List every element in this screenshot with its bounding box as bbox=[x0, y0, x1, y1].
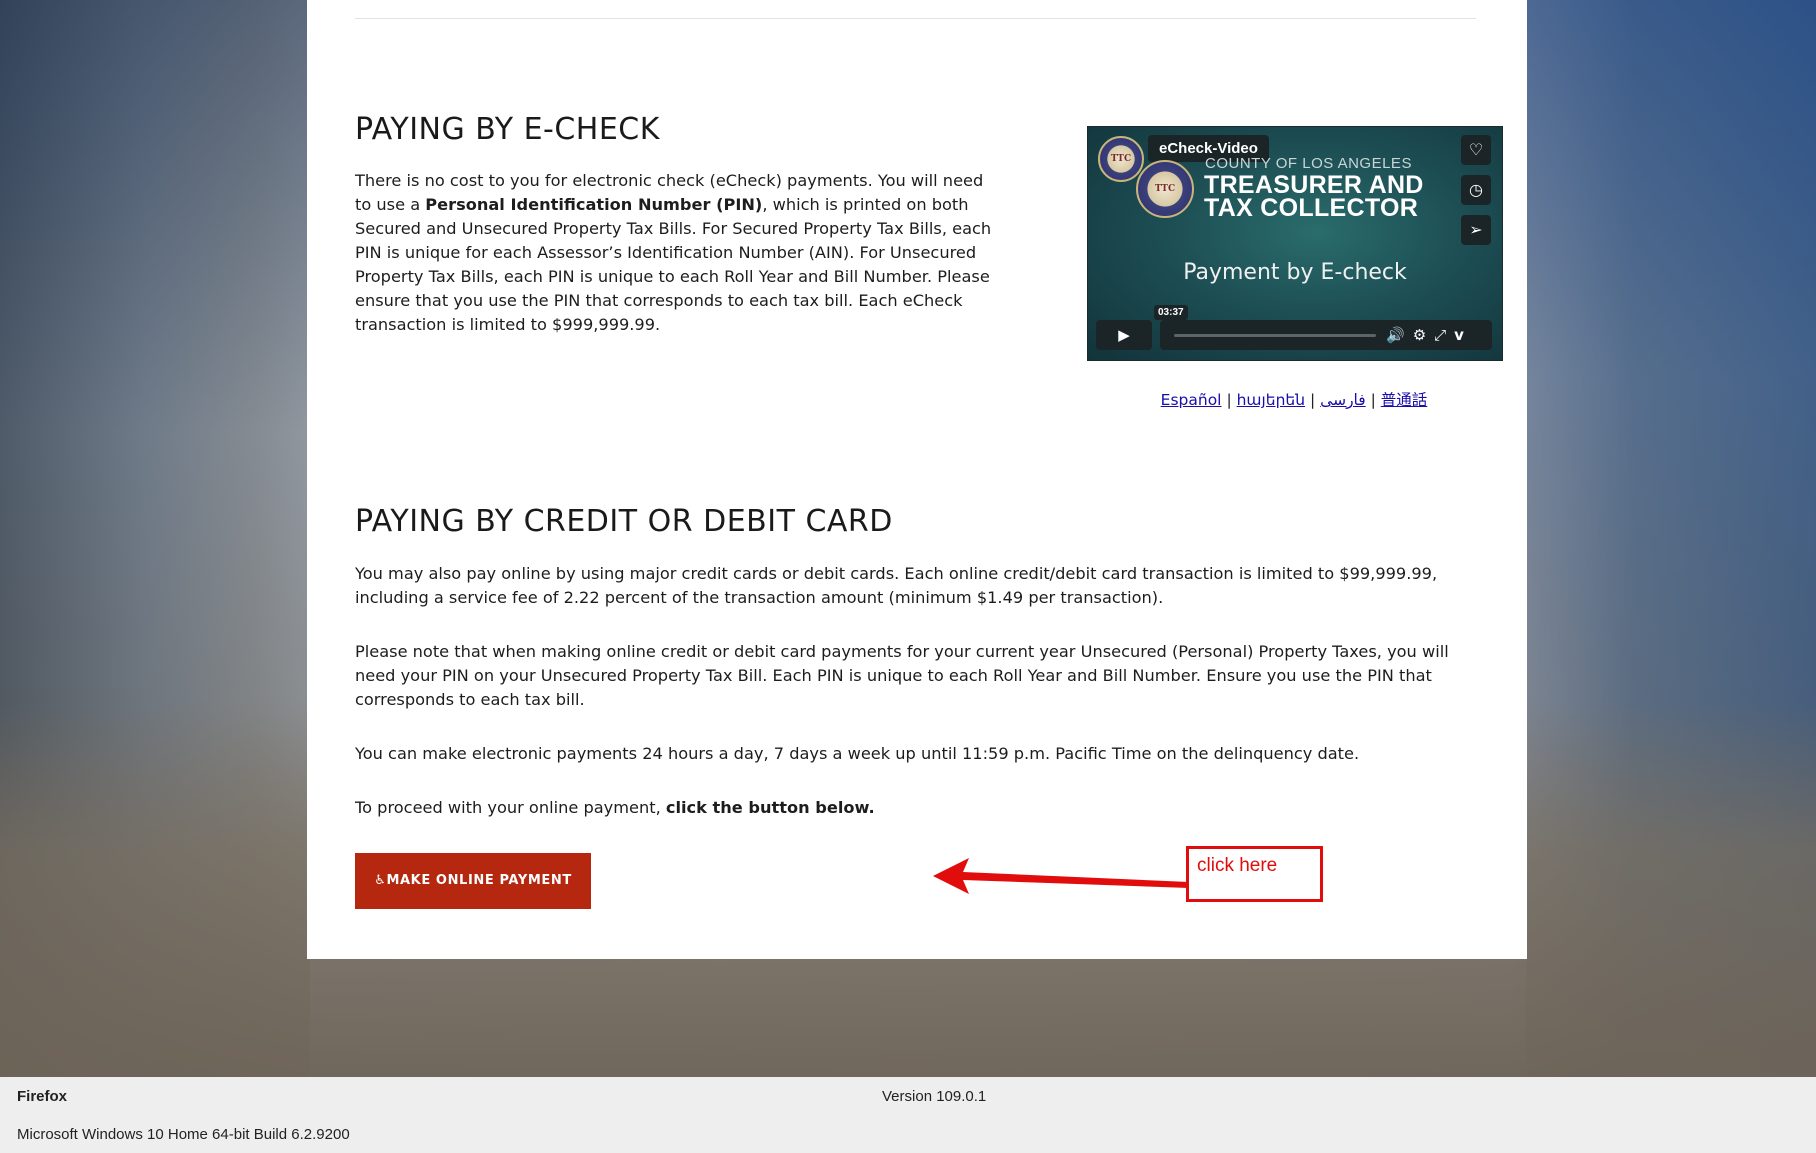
browser-name: Firefox bbox=[17, 1088, 68, 1105]
accessibility-icon: ♿ bbox=[374, 873, 387, 888]
os-info: Microsoft Windows 10 Home 64-bit Build 6… bbox=[17, 1126, 350, 1143]
settings-icon[interactable]: ⚙ bbox=[1413, 326, 1434, 344]
proceed-text: To proceed with your online payment, bbox=[355, 798, 666, 817]
card-payment-paragraph-2: Please note that when making online cred… bbox=[355, 642, 1449, 709]
card-payment-paragraph-1: You may also pay online by using major c… bbox=[355, 564, 1438, 607]
fullscreen-icon[interactable]: ⤢ bbox=[1434, 326, 1454, 344]
echeck-text-b: , which is printed on both Secured and U… bbox=[355, 195, 992, 334]
lang-link-armenian[interactable]: հայերեն bbox=[1237, 391, 1305, 409]
annotation-callout: click here bbox=[1186, 846, 1323, 902]
video-subtitle: Payment by E-check bbox=[1183, 260, 1407, 285]
proceed-text-bold: click the button below. bbox=[665, 798, 875, 817]
make-online-payment-button[interactable]: ♿MAKE ONLINE PAYMENT bbox=[355, 853, 591, 909]
video-control-icons: 🔊⚙⤢v bbox=[1386, 320, 1472, 350]
divider bbox=[355, 18, 1476, 19]
play-icon[interactable]: ▶ bbox=[1096, 320, 1152, 350]
video-control-bar: 🔊⚙⤢v bbox=[1160, 320, 1492, 350]
language-links: Español | հայերեն | فارسی | 普通話 bbox=[1087, 388, 1501, 410]
echeck-text-bold: Personal Identification Number (PIN) bbox=[425, 195, 763, 214]
lang-separator: | bbox=[1370, 391, 1376, 409]
make-online-payment-label: MAKE ONLINE PAYMENT bbox=[386, 873, 572, 888]
vimeo-icon[interactable]: v bbox=[1454, 326, 1472, 344]
video-title-line2: TAX COLLECTOR bbox=[1204, 194, 1419, 222]
lang-separator: | bbox=[1309, 391, 1316, 409]
annotation-label: click here bbox=[1197, 855, 1278, 876]
echeck-paragraph: There is no cost to you for electronic c… bbox=[355, 169, 995, 337]
lang-link-spanish[interactable]: Español bbox=[1161, 391, 1222, 409]
heart-icon[interactable]: ♡ bbox=[1461, 135, 1491, 165]
clock-icon[interactable]: ◷ bbox=[1461, 175, 1491, 205]
video-progress-bar[interactable] bbox=[1174, 334, 1376, 337]
county-seal-large: TTC bbox=[1136, 160, 1194, 218]
county-seal-small: TTC bbox=[1098, 136, 1144, 182]
content-card: PAYING BY E-CHECK There is no cost to yo… bbox=[307, 0, 1527, 959]
video-duration: 03:37 bbox=[1154, 305, 1188, 320]
lang-link-farsi[interactable]: فارسی bbox=[1320, 391, 1366, 409]
lang-separator: | bbox=[1226, 391, 1232, 409]
echeck-heading: PAYING BY E-CHECK bbox=[355, 112, 660, 147]
browser-version: Version 109.0.1 bbox=[882, 1088, 987, 1105]
annotation-arrow bbox=[933, 858, 1189, 894]
send-icon[interactable]: ➢ bbox=[1461, 215, 1491, 245]
card-payment-paragraph-4: To proceed with your online payment, cli… bbox=[355, 796, 1485, 820]
volume-icon[interactable]: 🔊 bbox=[1386, 326, 1413, 344]
lang-link-mandarin[interactable]: 普通話 bbox=[1381, 391, 1428, 409]
system-info-bar: Firefox Version 109.0.1 Microsoft Window… bbox=[0, 1077, 1816, 1153]
video-county-line: COUNTY OF LOS ANGELES bbox=[1205, 155, 1412, 172]
card-payment-heading: PAYING BY CREDIT OR DEBIT CARD bbox=[355, 504, 893, 539]
echeck-video-player[interactable]: TTC eCheck-Video COUNTY OF LOS ANGELES T… bbox=[1087, 126, 1503, 361]
card-payment-paragraph-3: You can make electronic payments 24 hour… bbox=[355, 744, 1360, 763]
